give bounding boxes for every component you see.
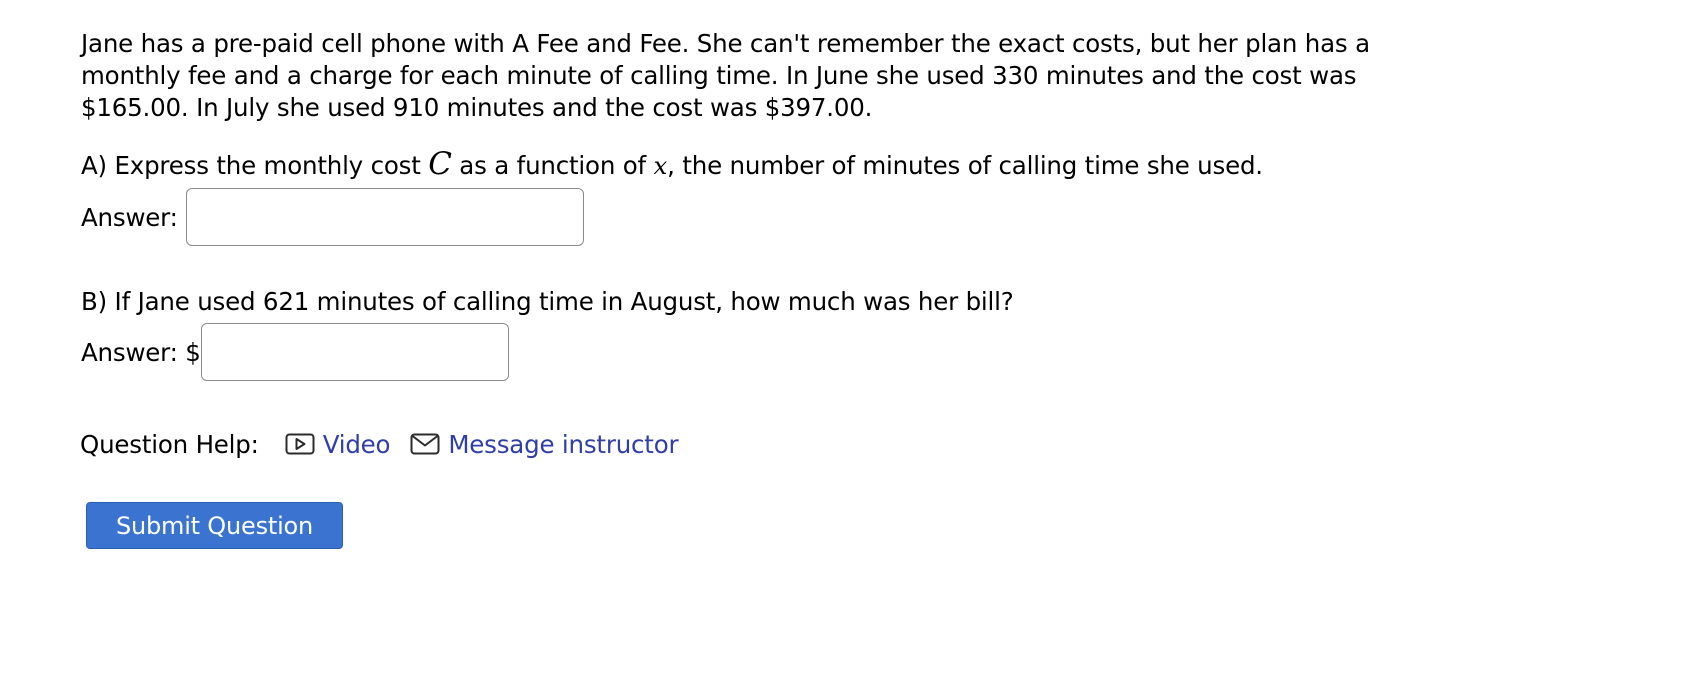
part-a-answer-input[interactable] xyxy=(185,188,584,246)
mail-icon xyxy=(410,433,440,455)
question-help-label: Question Help: xyxy=(80,429,259,459)
question-help: Question Help: Video Message instructor xyxy=(80,426,1461,462)
part-a-question: A) Express the monthly cost C as a funct… xyxy=(81,148,1461,182)
message-instructor-link[interactable]: Message instructor xyxy=(410,429,679,459)
submit-question-button[interactable]: Submit Question xyxy=(86,502,343,549)
video-link[interactable]: Video xyxy=(285,430,391,459)
part-a-answer-row: Answer: xyxy=(81,186,1461,248)
part-b-answer-input[interactable] xyxy=(200,323,509,381)
video-link-label: Video xyxy=(322,429,391,459)
variable-c: C xyxy=(428,146,452,182)
part-a-prefix: A) Express the monthly cost xyxy=(81,151,429,180)
part-b-answer-row: Answer: $ xyxy=(81,322,1461,382)
variable-x: x xyxy=(653,151,668,180)
part-b-answer-label: Answer: $ xyxy=(81,337,201,367)
part-a-answer-label: Answer: xyxy=(81,202,178,232)
part-a-middle: as a function of xyxy=(451,151,654,180)
problem-statement: Jane has a pre-paid cell phone with A Fe… xyxy=(81,29,1370,122)
part-a-suffix: , the number of minutes of calling time … xyxy=(667,151,1263,180)
message-instructor-label: Message instructor xyxy=(448,429,679,459)
question-container: Jane has a pre-paid cell phone with A Fe… xyxy=(80,28,1461,549)
video-icon xyxy=(285,433,315,455)
part-b-question: B) If Jane used 621 minutes of calling t… xyxy=(81,287,1014,316)
